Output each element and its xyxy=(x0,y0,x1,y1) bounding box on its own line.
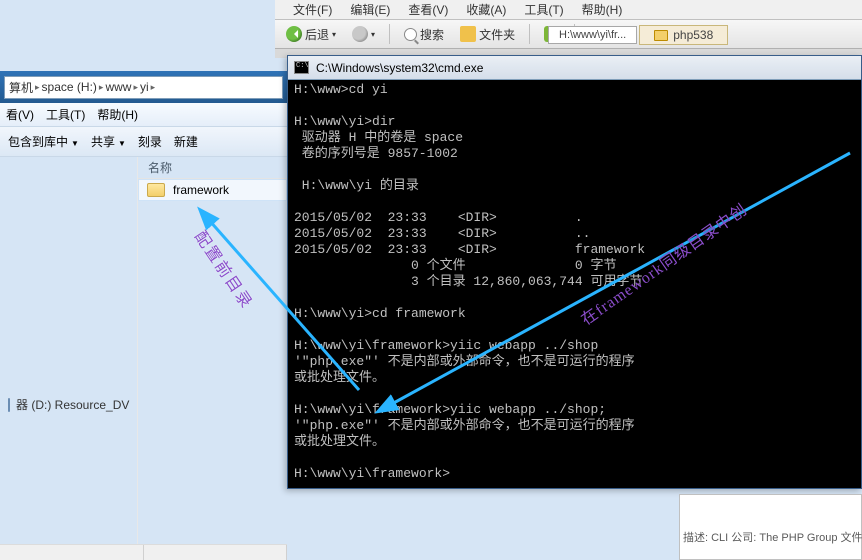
tab-php538[interactable]: php538 xyxy=(639,25,728,45)
new-folder-button[interactable]: 新建 xyxy=(174,133,198,150)
menu-favorites[interactable]: 收藏(A) xyxy=(466,1,506,18)
nav-item-label: 器 (D:) Resource_DV xyxy=(16,396,129,413)
nav-item-drive-d[interactable]: 器 (D:) Resource_DV xyxy=(0,392,137,417)
search-icon xyxy=(404,28,417,41)
forward-icon xyxy=(352,26,368,42)
details-description: 描述: CLI 公司: The PHP Group 文件版 xyxy=(683,529,862,545)
annotation-arrow-1 xyxy=(204,215,366,397)
explorer-statusbar xyxy=(0,544,287,560)
folders-icon xyxy=(460,26,476,42)
tab-row: H:\www\yi\fr... php538 xyxy=(548,24,728,46)
cmd-title-text: C:\Windows\system32\cmd.exe xyxy=(316,61,483,75)
cmd-icon xyxy=(294,61,309,74)
explorer-menubar: 看(V) 工具(T) 帮助(H) xyxy=(0,103,287,127)
share-button[interactable]: 共享▼ xyxy=(91,133,126,150)
explorer-menu-help[interactable]: 帮助(H) xyxy=(97,106,138,123)
back-button[interactable]: 后退▾ xyxy=(281,24,341,45)
explorer-menu-view[interactable]: 看(V) xyxy=(6,106,34,123)
menu-help[interactable]: 帮助(H) xyxy=(582,1,623,18)
menu-tools[interactable]: 工具(T) xyxy=(524,1,563,18)
explorer-menu-tools[interactable]: 工具(T) xyxy=(46,106,85,123)
explorer-address-bar: 算机▸ space (H:)▸ www▸ yi▸ xyxy=(0,71,287,103)
cmd-titlebar[interactable]: C:\Windows\system32\cmd.exe xyxy=(288,56,861,80)
folders-button[interactable]: 文件夹 xyxy=(455,24,520,45)
menu-file[interactable]: 文件(F) xyxy=(293,1,332,18)
background-window-menubar: 文件(F) 编辑(E) 查看(V) 收藏(A) 工具(T) 帮助(H) xyxy=(275,0,862,20)
menu-edit[interactable]: 编辑(E) xyxy=(350,1,390,18)
menu-view[interactable]: 查看(V) xyxy=(408,1,448,18)
burn-button[interactable]: 刻录 xyxy=(138,133,162,150)
breadcrumb[interactable]: 算机▸ space (H:)▸ www▸ yi▸ xyxy=(4,76,283,99)
tab-path[interactable]: H:\www\yi\fr... xyxy=(548,26,637,44)
list-item-framework[interactable]: framework xyxy=(138,179,287,201)
back-icon xyxy=(286,26,302,42)
include-in-library-button[interactable]: 包含到库中▼ xyxy=(8,133,79,150)
details-pane: 描述: CLI 公司: The PHP Group 文件版 xyxy=(679,494,862,560)
column-header-name[interactable]: 名称 xyxy=(138,157,287,179)
folder-icon xyxy=(147,183,165,197)
list-item-label: framework xyxy=(173,183,229,197)
drive-icon xyxy=(8,398,10,412)
folder-icon xyxy=(654,30,668,41)
forward-button[interactable]: ▾ xyxy=(347,24,380,44)
explorer-toolbar: 包含到库中▼ 共享▼ 刻录 新建 xyxy=(0,127,287,157)
explorer-nav-pane[interactable]: 器 (D:) Resource_DV xyxy=(0,157,138,544)
search-button[interactable]: 搜索 xyxy=(399,24,449,45)
